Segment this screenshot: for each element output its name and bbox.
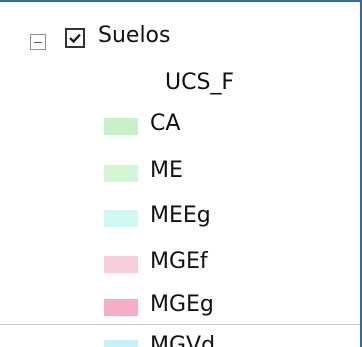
legend-swatch bbox=[104, 299, 138, 316]
legend-swatch bbox=[104, 340, 138, 347]
checkbox-checked-icon[interactable] bbox=[65, 28, 85, 48]
checkmark-icon bbox=[69, 33, 81, 44]
legend-swatch bbox=[104, 118, 138, 135]
legend-label: MEEg bbox=[150, 203, 211, 228]
legend-swatch bbox=[104, 165, 138, 182]
legend-swatch bbox=[104, 210, 138, 227]
collapse-minus-icon[interactable] bbox=[30, 34, 46, 50]
legend-swatch bbox=[104, 256, 138, 273]
legend-label: ME bbox=[150, 158, 183, 183]
legend-label: CA bbox=[150, 111, 181, 136]
panel-bottom-divider bbox=[0, 324, 360, 325]
layer-name[interactable]: Suelos bbox=[98, 21, 170, 51]
renderer-field-name: UCS_F bbox=[165, 70, 235, 95]
table-of-contents-panel: Suelos UCS_F CA ME MEEg MGEf MGEg MGVd bbox=[0, 0, 362, 347]
legend-label: MGEg bbox=[150, 292, 214, 317]
legend-label: MGEf bbox=[150, 249, 208, 274]
legend-label: MGVd bbox=[150, 333, 216, 347]
